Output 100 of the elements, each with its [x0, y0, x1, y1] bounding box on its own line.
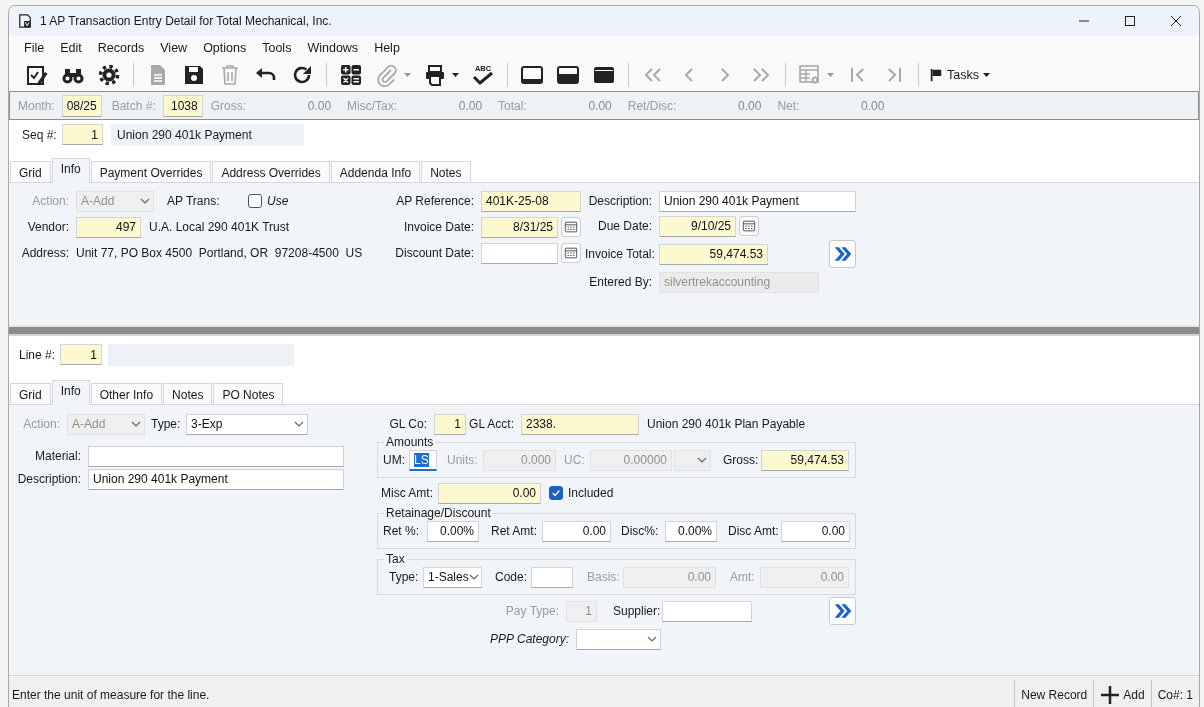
- field-label: PPP Category:: [489, 632, 570, 646]
- input-field[interactable]: 0.00%: [427, 520, 479, 542]
- field-label: Vendor:: [26, 220, 70, 234]
- input-field[interactable]: 1: [62, 124, 103, 145]
- field-label: Seq #:: [22, 127, 58, 142]
- field-label: Amt:: [730, 570, 756, 584]
- field-label: Batch #:: [111, 98, 157, 113]
- field-label: UC:: [564, 453, 586, 467]
- input-field[interactable]: 401K-25-08: [481, 190, 581, 212]
- menu-item[interactable]: Edit: [52, 40, 90, 55]
- status-text: New Record: [1014, 680, 1094, 707]
- field-value: 0.00: [737, 98, 762, 113]
- input-field[interactable]: Union 290 401k Payment: [88, 468, 344, 490]
- date-field[interactable]: [481, 242, 558, 264]
- close-icon: [1170, 15, 1182, 27]
- menu-item[interactable]: Records: [89, 40, 153, 55]
- field-label: Description:: [587, 194, 653, 208]
- input-field[interactable]: 0.00: [542, 520, 611, 542]
- field-label: Misc Amt:: [381, 486, 434, 500]
- input-field[interactable]: 497: [76, 216, 141, 238]
- field-label: Ret %:: [383, 524, 420, 538]
- dropdown[interactable]: 3-Exp: [186, 413, 308, 435]
- field-label: Action:: [31, 194, 70, 208]
- tab[interactable]: Payment Overrides: [90, 161, 212, 182]
- field-label: Total:: [498, 98, 528, 113]
- checklist-pencil-icon: [25, 63, 49, 87]
- printer-icon: [423, 63, 447, 87]
- group-title: Retainage/Discount: [385, 506, 492, 520]
- input-field[interactable]: 59,474.53: [761, 449, 849, 471]
- menu-item[interactable]: File: [16, 40, 53, 55]
- tab[interactable]: Other Info: [90, 383, 163, 404]
- input-field[interactable]: 1: [60, 344, 102, 365]
- field-label: Units:: [447, 453, 479, 467]
- checkbox[interactable]: [549, 486, 563, 500]
- field-label: Basis:: [587, 570, 621, 584]
- field-label: Line #:: [19, 347, 57, 362]
- input-field[interactable]: 1038: [162, 94, 203, 117]
- group-title: Amounts: [385, 435, 435, 449]
- input-field[interactable]: [662, 600, 752, 622]
- plus-icon: [1100, 685, 1121, 705]
- tab[interactable]: Info: [51, 158, 90, 183]
- forward-button[interactable]: [829, 597, 856, 625]
- field-label: Material:: [34, 449, 82, 463]
- field-value: 0.00: [587, 98, 612, 113]
- checkbox-label: Included: [567, 486, 614, 500]
- field-label: UM:: [383, 453, 406, 467]
- description-display: Union 290 401k Payment: [111, 124, 304, 146]
- tasks-button[interactable]: Tasks: [925, 61, 994, 89]
- calendar-icon: [564, 220, 578, 234]
- input-field[interactable]: 0.00%: [665, 520, 717, 542]
- tab[interactable]: Grid: [10, 383, 51, 404]
- tab[interactable]: Address Overrides: [212, 161, 330, 182]
- tab[interactable]: Notes: [163, 383, 213, 404]
- input-field[interactable]: [88, 445, 344, 467]
- tab[interactable]: Addenda Info: [330, 161, 421, 182]
- input-field[interactable]: 0.00: [781, 520, 850, 542]
- input-field[interactable]: 0.00: [438, 482, 541, 504]
- field-label: Action:: [22, 417, 61, 431]
- menu-item[interactable]: Tools: [254, 40, 300, 55]
- chevron-down-icon: [131, 421, 141, 427]
- document-icon: [18, 13, 32, 29]
- field-label: Pay Type:: [504, 604, 560, 618]
- dropdown[interactable]: [576, 628, 661, 650]
- forward-button[interactable]: [829, 240, 856, 268]
- input-field[interactable]: 1: [434, 413, 466, 435]
- status-text: Co#: 1: [1150, 680, 1199, 707]
- field-label: AP Reference:: [395, 194, 475, 208]
- tab[interactable]: PO Notes: [213, 383, 284, 404]
- flag-icon: [929, 67, 943, 83]
- menu-item[interactable]: Help: [366, 40, 408, 55]
- field-value: 0.00: [457, 98, 483, 113]
- field-label: Disc%:: [621, 524, 660, 538]
- tab[interactable]: Grid: [10, 161, 51, 182]
- menu-item[interactable]: View: [152, 40, 196, 55]
- add-button[interactable]: Add: [1093, 680, 1151, 707]
- input-field[interactable]: [531, 566, 573, 588]
- calendar-button[interactable]: [561, 243, 581, 263]
- input-field[interactable]: 2338.: [521, 413, 639, 435]
- maximize-icon: [1124, 15, 1136, 27]
- field-label: GL Co:: [388, 417, 428, 431]
- field-label: Description:: [16, 472, 82, 486]
- field-label: Type:: [151, 417, 182, 431]
- input-field[interactable]: 59,474.53: [659, 243, 768, 265]
- tab[interactable]: Info: [51, 380, 90, 405]
- date-field[interactable]: 9/10/25: [659, 215, 736, 237]
- menu-item[interactable]: Options: [195, 40, 255, 55]
- input-field[interactable]: Union 290 401k Payment: [659, 190, 856, 212]
- menu-item[interactable]: Windows: [299, 40, 367, 55]
- panel-layout-icon: [556, 63, 580, 87]
- calendar-button[interactable]: [561, 217, 581, 237]
- address-text: Unit 77, PO Box 4500 Portland, OR 97208-4500 US: [76, 246, 363, 260]
- calendar-button[interactable]: [739, 216, 759, 236]
- input-field[interactable]: 08/25: [61, 94, 102, 117]
- date-field[interactable]: 8/31/25: [481, 216, 558, 238]
- tab[interactable]: Notes: [421, 161, 471, 182]
- field-label: Net:: [777, 98, 801, 113]
- input-field[interactable]: LS: [409, 449, 437, 471]
- checkbox[interactable]: [248, 194, 262, 208]
- dropdown[interactable]: 1-Sales: [423, 566, 482, 588]
- splitter-bar[interactable]: [9, 325, 1199, 336]
